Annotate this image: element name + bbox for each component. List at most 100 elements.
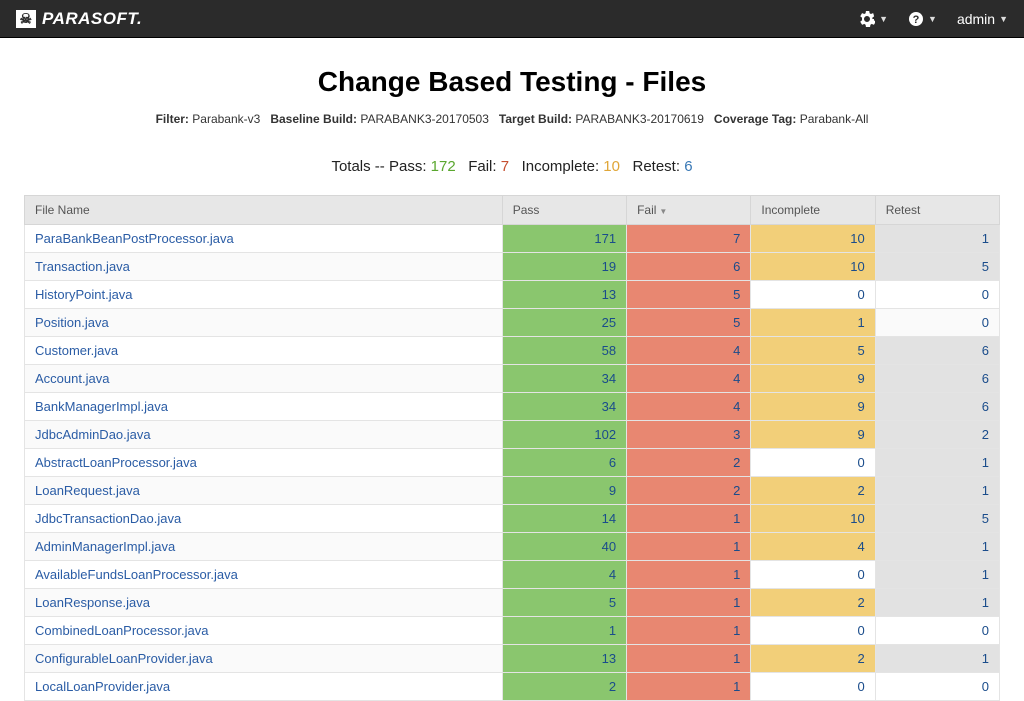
cell-incomplete: 9 <box>751 393 875 421</box>
file-link[interactable]: Transaction.java <box>35 259 130 274</box>
cell-filename: Transaction.java <box>25 253 503 281</box>
brand-logo[interactable]: PARASOFT. <box>16 9 142 29</box>
cell-retest: 0 <box>875 617 999 645</box>
cell-pass: 40 <box>502 533 626 561</box>
totals-pass-label: Pass: <box>389 158 427 175</box>
file-link[interactable]: JdbcAdminDao.java <box>35 427 151 442</box>
file-link[interactable]: Customer.java <box>35 343 118 358</box>
user-label: admin <box>957 11 995 27</box>
table-row: CombinedLoanProcessor.java1100 <box>25 617 1000 645</box>
totals-incomplete-value: 10 <box>603 158 620 175</box>
file-link[interactable]: JdbcTransactionDao.java <box>35 511 181 526</box>
totals-fail-value: 7 <box>501 158 509 175</box>
cell-filename: CombinedLoanProcessor.java <box>25 617 503 645</box>
cell-retest: 1 <box>875 477 999 505</box>
cell-fail: 1 <box>627 589 751 617</box>
top-nav-right: ▼ ? ▼ admin ▼ <box>859 11 1008 27</box>
table-row: Position.java25510 <box>25 309 1000 337</box>
cell-filename: AdminManagerImpl.java <box>25 533 503 561</box>
table-row: BankManagerImpl.java34496 <box>25 393 1000 421</box>
cell-incomplete: 2 <box>751 645 875 673</box>
file-link[interactable]: ParaBankBeanPostProcessor.java <box>35 231 234 246</box>
cell-fail: 5 <box>627 309 751 337</box>
file-link[interactable]: CombinedLoanProcessor.java <box>35 623 208 638</box>
coverage-label: Coverage Tag: <box>714 112 796 126</box>
file-link[interactable]: BankManagerImpl.java <box>35 399 168 414</box>
file-link[interactable]: ConfigurableLoanProvider.java <box>35 651 213 666</box>
baseline-value: PARABANK3-20170503 <box>360 112 489 126</box>
totals-prefix: Totals -- <box>331 158 384 175</box>
user-menu[interactable]: admin ▼ <box>957 11 1008 27</box>
cell-fail: 3 <box>627 421 751 449</box>
cell-fail: 1 <box>627 533 751 561</box>
filter-label: Filter: <box>156 112 189 126</box>
col-header-fail[interactable]: Fail▼ <box>627 196 751 225</box>
cell-pass: 102 <box>502 421 626 449</box>
cell-fail: 5 <box>627 281 751 309</box>
cell-fail: 4 <box>627 393 751 421</box>
cell-fail: 1 <box>627 561 751 589</box>
cell-incomplete: 0 <box>751 449 875 477</box>
help-menu[interactable]: ? ▼ <box>908 11 937 27</box>
caret-down-icon: ▼ <box>928 14 937 24</box>
cell-fail: 2 <box>627 477 751 505</box>
cell-filename: Customer.java <box>25 337 503 365</box>
table-row: HistoryPoint.java13500 <box>25 281 1000 309</box>
cell-retest: 1 <box>875 225 999 253</box>
cell-filename: LoanResponse.java <box>25 589 503 617</box>
file-link[interactable]: AdminManagerImpl.java <box>35 539 175 554</box>
cell-retest: 1 <box>875 589 999 617</box>
file-link[interactable]: AvailableFundsLoanProcessor.java <box>35 567 238 582</box>
cell-fail: 1 <box>627 617 751 645</box>
cell-fail: 1 <box>627 645 751 673</box>
file-link[interactable]: LocalLoanProvider.java <box>35 679 170 694</box>
file-link[interactable]: LoanRequest.java <box>35 483 140 498</box>
cell-pass: 4 <box>502 561 626 589</box>
filter-summary: Filter: Parabank-v3 Baseline Build: PARA… <box>24 112 1000 126</box>
cell-incomplete: 2 <box>751 589 875 617</box>
coverage-value: Parabank-All <box>800 112 869 126</box>
cell-incomplete: 10 <box>751 225 875 253</box>
caret-down-icon: ▼ <box>879 14 888 24</box>
file-link[interactable]: HistoryPoint.java <box>35 287 133 302</box>
file-link[interactable]: LoanResponse.java <box>35 595 150 610</box>
table-row: LocalLoanProvider.java2100 <box>25 673 1000 701</box>
cell-incomplete: 9 <box>751 421 875 449</box>
col-header-file[interactable]: File Name <box>25 196 503 225</box>
settings-menu[interactable]: ▼ <box>859 11 888 27</box>
cell-fail: 2 <box>627 449 751 477</box>
file-link[interactable]: AbstractLoanProcessor.java <box>35 455 197 470</box>
table-row: AdminManagerImpl.java40141 <box>25 533 1000 561</box>
cell-pass: 58 <box>502 337 626 365</box>
cell-filename: JdbcAdminDao.java <box>25 421 503 449</box>
results-table: File Name Pass Fail▼ Incomplete Retest P… <box>24 195 1000 701</box>
filter-value: Parabank-v3 <box>192 112 260 126</box>
cell-incomplete: 0 <box>751 673 875 701</box>
col-header-fail-text: Fail <box>637 203 656 217</box>
cell-filename: Position.java <box>25 309 503 337</box>
cell-fail: 7 <box>627 225 751 253</box>
table-row: JdbcAdminDao.java102392 <box>25 421 1000 449</box>
top-nav: PARASOFT. ▼ ? ▼ admin ▼ <box>0 0 1024 38</box>
cell-pass: 6 <box>502 449 626 477</box>
file-link[interactable]: Account.java <box>35 371 109 386</box>
totals-retest-label: Retest: <box>633 158 681 175</box>
gear-icon <box>859 11 875 27</box>
cell-filename: ConfigurableLoanProvider.java <box>25 645 503 673</box>
col-header-retest[interactable]: Retest <box>875 196 999 225</box>
table-row: AvailableFundsLoanProcessor.java4101 <box>25 561 1000 589</box>
col-header-pass[interactable]: Pass <box>502 196 626 225</box>
cell-pass: 14 <box>502 505 626 533</box>
cell-retest: 0 <box>875 673 999 701</box>
table-row: JdbcTransactionDao.java141105 <box>25 505 1000 533</box>
col-header-incomplete[interactable]: Incomplete <box>751 196 875 225</box>
file-link[interactable]: Position.java <box>35 315 109 330</box>
target-value: PARABANK3-20170619 <box>575 112 704 126</box>
cell-pass: 25 <box>502 309 626 337</box>
cell-filename: BankManagerImpl.java <box>25 393 503 421</box>
table-row: LoanResponse.java5121 <box>25 589 1000 617</box>
cell-fail: 4 <box>627 365 751 393</box>
cell-incomplete: 4 <box>751 533 875 561</box>
table-body: ParaBankBeanPostProcessor.java1717101Tra… <box>25 225 1000 701</box>
cell-pass: 34 <box>502 393 626 421</box>
